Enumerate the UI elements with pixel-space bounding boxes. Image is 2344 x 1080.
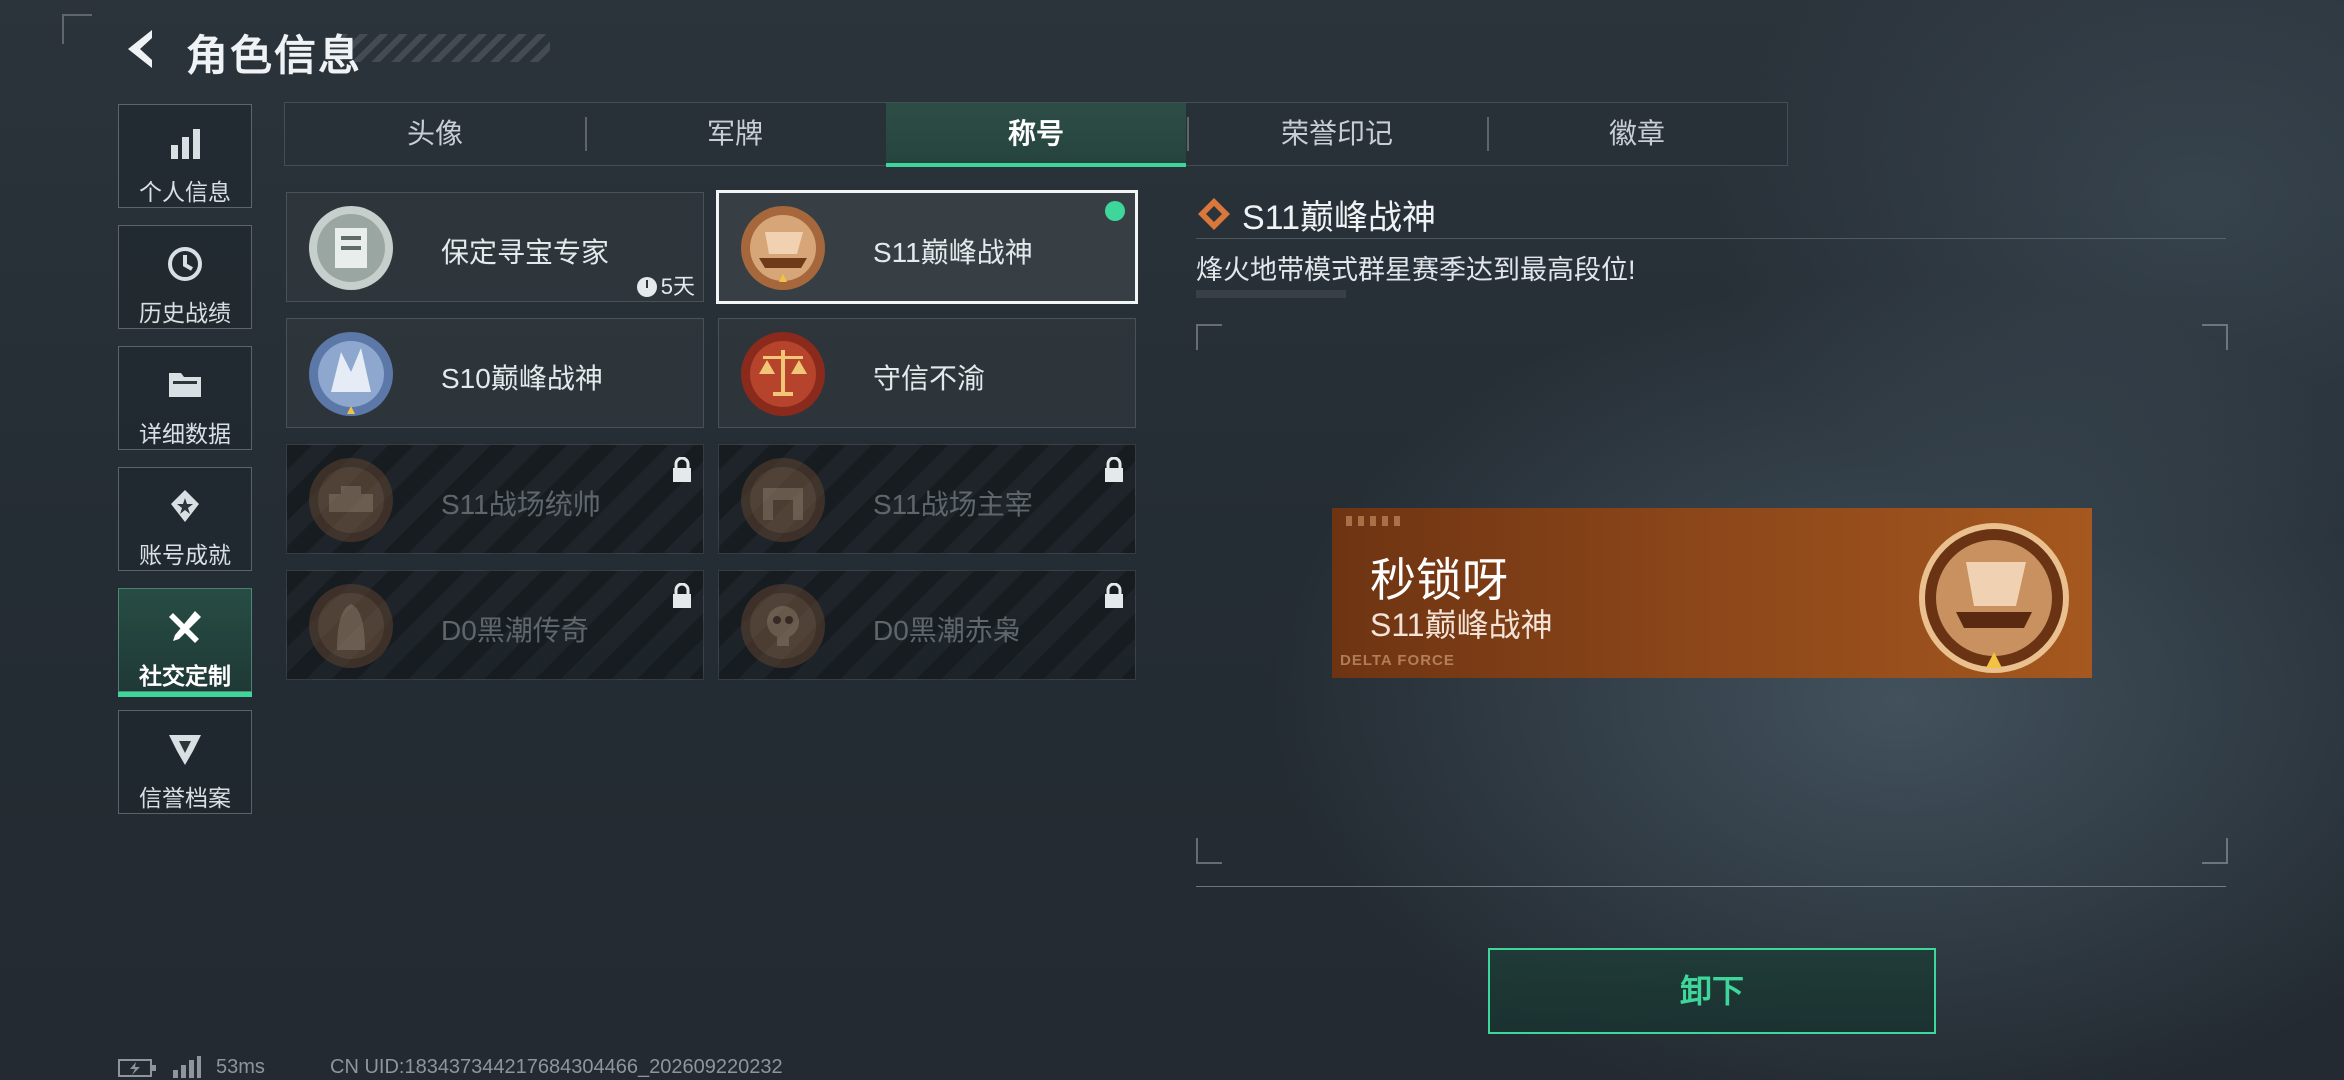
equipped-indicator	[1105, 201, 1125, 221]
title-card-locked[interactable]: S11战场统帅	[286, 444, 704, 554]
title-name: 保定寻宝专家	[441, 237, 610, 268]
peak-warlord-emblem-icon	[1919, 523, 2069, 673]
title-name: 守信不渝	[873, 363, 986, 394]
battery-icon	[118, 1059, 156, 1077]
tab-titles[interactable]: 称号	[886, 103, 1186, 167]
title-preview-banner: 秒锁呀 S11巅峰战神 DELTA FORCE	[1332, 508, 2092, 678]
title-card[interactable]: S10巅峰战神	[286, 318, 704, 428]
preview-frame-corner	[1196, 324, 1222, 350]
s11-commander-emblem-icon	[309, 458, 393, 542]
title-card[interactable]: 守信不渝	[718, 318, 1136, 428]
ping-value: 53ms	[216, 1056, 265, 1078]
tab-bar: 头像 军牌 称号 荣誉印记 徽章	[284, 102, 1788, 167]
preview-frame-corner	[2202, 838, 2228, 864]
scales-emblem-icon	[741, 332, 825, 416]
sidebar-item-label: 账号成就	[139, 542, 231, 568]
detail-title: S11巅峰战神	[1242, 199, 1436, 237]
treasure-expert-emblem-icon	[309, 206, 393, 290]
detail-description: 烽火地带模式群星赛季达到最高段位!	[1196, 255, 1636, 285]
title-name: D0黑潮传奇	[441, 615, 589, 646]
uid-text: CN UID:183437344217684304466_20260922023…	[330, 1056, 783, 1078]
sidebar-item-profile[interactable]: 个人信息	[118, 104, 252, 208]
title-decoration	[340, 34, 550, 62]
tab-badges[interactable]: 徽章	[1487, 103, 1787, 165]
sidebar-item-label: 详细数据	[139, 421, 231, 447]
sidebar-item-history[interactable]: 历史战绩	[118, 225, 252, 329]
tab-avatar[interactable]: 头像	[285, 103, 585, 165]
blacktide-legend-emblem-icon	[309, 584, 393, 668]
credit-shield-icon	[169, 735, 201, 765]
sidebar-item-label: 信誉档案	[139, 785, 231, 811]
lock-icon	[673, 583, 691, 608]
lock-icon	[673, 457, 691, 482]
clock-icon	[636, 277, 657, 297]
back-arrow-icon	[128, 30, 152, 68]
decorative-strip	[1196, 290, 1346, 298]
preview-frame-corner	[1196, 838, 1222, 864]
achievement-icon	[171, 490, 199, 522]
signal-icon	[173, 1056, 201, 1078]
brand-watermark: DELTA FORCE	[1340, 652, 1455, 669]
title-name: S11战场统帅	[441, 489, 601, 520]
back-button[interactable]	[118, 26, 164, 72]
peak-warlord-emblem-icon	[741, 206, 825, 290]
title-name: D0黑潮赤枭	[873, 615, 1021, 646]
blacktide-owl-emblem-icon	[741, 584, 825, 668]
divider	[1196, 238, 2226, 239]
lock-icon	[1105, 457, 1123, 482]
tab-dogtag[interactable]: 军牌	[585, 103, 885, 165]
title-card-selected[interactable]: S11巅峰战神	[716, 190, 1138, 304]
title-card-locked[interactable]: D0黑潮赤枭	[718, 570, 1136, 680]
title-name: S11巅峰战神	[873, 237, 1033, 268]
history-clock-icon	[168, 247, 202, 281]
title-card-locked[interactable]: S11战场主宰	[718, 444, 1136, 554]
title-name: S11战场主宰	[873, 489, 1033, 520]
sidebar-item-label: 个人信息	[139, 179, 231, 205]
lock-icon	[1105, 583, 1123, 608]
unequip-button[interactable]: 卸下	[1488, 948, 1936, 1034]
title-card-locked[interactable]: D0黑潮传奇	[286, 570, 704, 680]
preview-frame-corner	[2202, 324, 2228, 350]
title-card[interactable]: 保定寻宝专家 5天	[286, 192, 704, 302]
s11-dominator-emblem-icon	[741, 458, 825, 542]
sidebar-item-achievements[interactable]: 账号成就	[118, 467, 252, 571]
expiry-timer: 5天	[636, 269, 695, 301]
sidebar-item-social[interactable]: 社交定制	[118, 588, 252, 697]
sidebar-item-credit[interactable]: 信誉档案	[118, 710, 252, 814]
page-title: 角色信息	[186, 32, 363, 79]
title-diamond-icon	[1198, 198, 1230, 230]
wrench-tools-icon	[169, 611, 201, 643]
banner-decoration	[1346, 516, 1406, 526]
bar-chart-icon	[171, 129, 200, 159]
sidebar-item-label: 历史战绩	[139, 300, 231, 326]
s10-warlord-emblem-icon	[309, 332, 393, 416]
folder-icon	[169, 373, 201, 397]
sidebar-item-details[interactable]: 详细数据	[118, 346, 252, 450]
divider	[1196, 886, 2226, 887]
title-name: S10巅峰战神	[441, 363, 603, 394]
tab-honor-marks[interactable]: 荣誉印记	[1187, 103, 1487, 165]
banner-title: S11巅峰战神	[1370, 607, 1553, 643]
sidebar-item-label: 社交定制	[139, 663, 231, 689]
corner-decoration	[62, 14, 92, 44]
